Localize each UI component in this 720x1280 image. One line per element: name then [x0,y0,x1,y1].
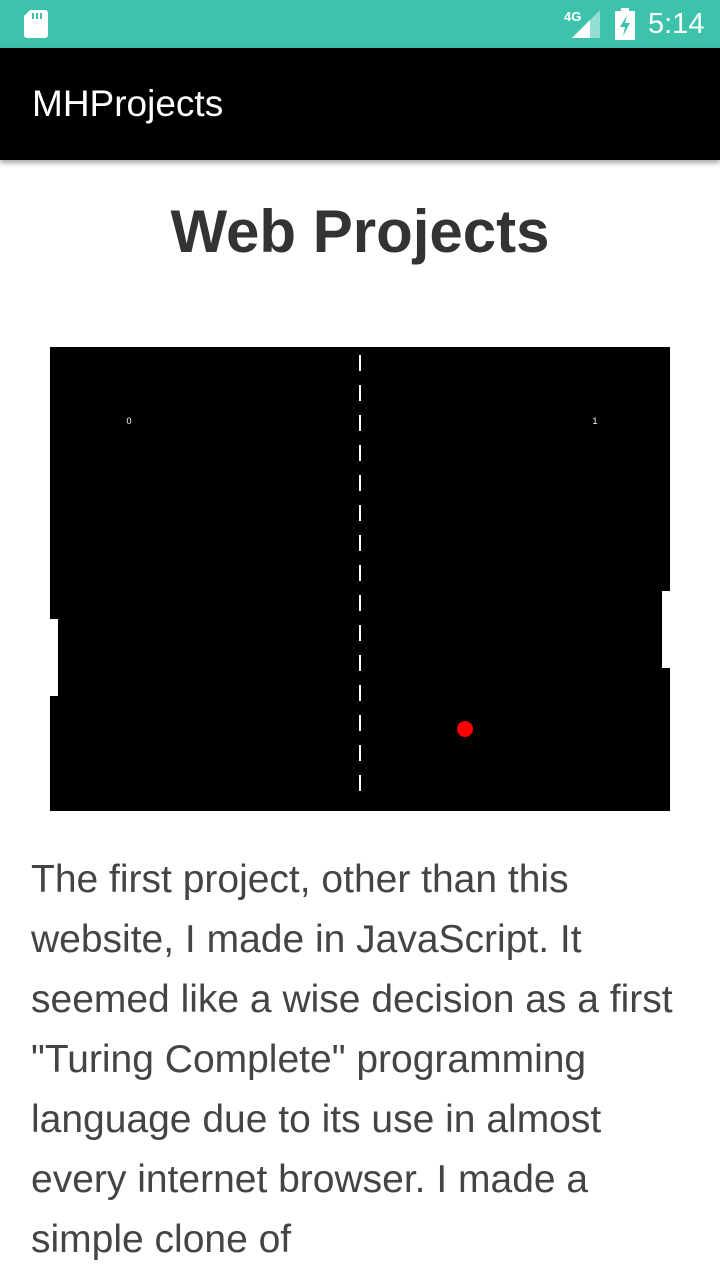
network-type-label: 4G [564,9,581,24]
page-title: Web Projects [170,198,550,265]
app-title: MHProjects [32,83,224,124]
project-description: The first project, other than this websi… [31,858,673,1261]
signal-icon: 4G [564,9,600,38]
status-bar: 4G 5:14 [0,0,720,48]
battery-charging-icon [615,8,635,40]
sd-card-icon [24,10,48,38]
pong-game-canvas[interactable] [50,347,670,811]
status-clock: 5:14 [648,8,705,40]
app-bar: MHProjects [0,48,720,160]
